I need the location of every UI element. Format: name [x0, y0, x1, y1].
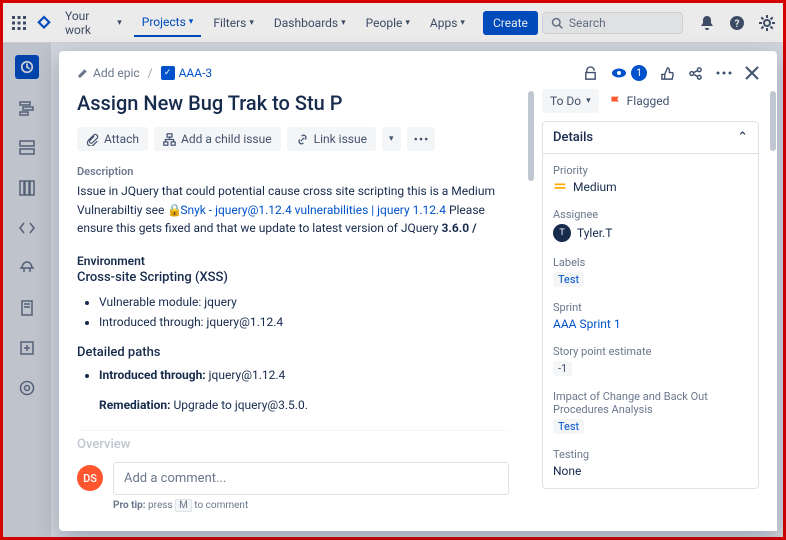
task-type-icon: ✓: [161, 66, 175, 80]
settings-icon[interactable]: [759, 15, 775, 31]
chevron-down-icon: ▾: [460, 18, 465, 28]
comment-row: DS Add a comment...: [77, 462, 509, 495]
chevron-down-icon: ▾: [249, 18, 254, 28]
breadcrumb: Add epic / ✓ AAA-3: [77, 66, 212, 80]
chevron-down-icon: ▾: [189, 17, 194, 27]
environment-list: Vulnerable module: jquery Introduced thr…: [77, 295, 509, 329]
comment-protip: Pro tip: press M to comment: [113, 500, 509, 511]
field-story-points[interactable]: Story point estimate -1: [553, 345, 748, 376]
help-icon[interactable]: ?: [729, 15, 745, 31]
lock-icon[interactable]: [583, 66, 598, 81]
jira-logo-icon[interactable]: [35, 14, 53, 32]
nav-your-work[interactable]: Your work▾: [57, 3, 130, 43]
description-label: Description: [77, 165, 509, 178]
scrollbar[interactable]: [769, 85, 777, 531]
chevron-up-icon: ⌃: [737, 130, 748, 145]
issue-title[interactable]: Assign New Bug Trak to Stu P: [77, 91, 509, 115]
issue-toolbar: Attach Add a child issue Link issue ▾: [77, 127, 509, 151]
chevron-down-icon: ▾: [405, 18, 410, 28]
nav-people[interactable]: People▾: [358, 10, 418, 36]
field-testing[interactable]: Testing None: [553, 448, 748, 478]
top-nav: Your work▾ Projects▾ Filters▾ Dashboards…: [3, 3, 783, 43]
list-item: Vulnerable module: jquery: [99, 295, 509, 309]
environment-title: Cross-site Scripting (XSS): [77, 270, 509, 285]
vulnerability-link[interactable]: Snyk - jquery@1.12.4 vulnerabilities | j…: [180, 203, 446, 217]
vote-icon[interactable]: [660, 66, 675, 81]
search-input[interactable]: Search: [542, 12, 683, 34]
issue-content: Assign New Bug Trak to Stu P Attach Add …: [59, 85, 527, 531]
more-actions-icon[interactable]: [716, 71, 732, 75]
more-toolbar-button[interactable]: [407, 127, 435, 151]
details-sidebar: To Do▾ Flagged Details ⌃ Priority Medium: [535, 85, 769, 531]
scrollbar[interactable]: [527, 85, 535, 531]
paths-list: Introduced through: jquery@1.12.4: [77, 368, 509, 382]
field-impact[interactable]: Impact of Change and Back Out Procedures…: [553, 390, 748, 434]
create-button[interactable]: Create: [483, 11, 538, 35]
app-switcher-icon[interactable]: [11, 15, 27, 31]
avatar: DS: [77, 465, 103, 491]
lock-small-icon: 🔒: [167, 201, 177, 220]
issue-dialog: Add epic / ✓ AAA-3 1 Assign New Bug Trak…: [59, 51, 777, 531]
overview-label: Overview: [77, 430, 509, 452]
description-body[interactable]: Issue in JQuery that could potential cau…: [77, 182, 509, 238]
nav-filters[interactable]: Filters▾: [205, 10, 262, 36]
add-child-button[interactable]: Add a child issue: [154, 127, 281, 151]
field-sprint[interactable]: Sprint AAA Sprint 1: [553, 301, 748, 331]
pencil-icon: [77, 67, 89, 79]
avatar: T: [553, 224, 571, 242]
environment-label: Environment: [77, 254, 509, 268]
chevron-down-icon: ▾: [586, 96, 591, 106]
details-toggle[interactable]: Details ⌃: [543, 122, 758, 154]
attach-button[interactable]: Attach: [77, 127, 148, 151]
priority-medium-icon: [553, 180, 567, 194]
nav-dashboards[interactable]: Dashboards▾: [266, 10, 354, 36]
watch-button[interactable]: 1: [611, 65, 647, 81]
details-panel: Details ⌃ Priority Medium Assignee TTyle…: [542, 121, 759, 489]
chevron-down-icon: ▾: [389, 134, 394, 144]
add-epic-link[interactable]: Add epic: [77, 66, 140, 80]
detailed-paths-label: Detailed paths: [77, 345, 509, 360]
notifications-icon[interactable]: [699, 15, 715, 31]
field-assignee[interactable]: Assignee TTyler.T: [553, 208, 748, 242]
link-issue-button[interactable]: Link issue: [287, 127, 376, 151]
chevron-down-icon: ▾: [117, 18, 122, 28]
nav-projects[interactable]: Projects▾: [134, 9, 202, 37]
close-icon[interactable]: [745, 66, 759, 80]
chevron-down-icon: ▾: [341, 18, 346, 28]
search-icon: [551, 17, 563, 29]
status-dropdown[interactable]: To Do▾: [542, 89, 599, 113]
list-item: Introduced through: jquery@1.12.4: [99, 315, 509, 329]
flagged-indicator[interactable]: Flagged: [609, 94, 670, 108]
field-priority[interactable]: Priority Medium: [553, 164, 748, 194]
nav-apps[interactable]: Apps▾: [422, 10, 473, 36]
list-item: Introduced through: jquery@1.12.4: [99, 368, 509, 382]
comment-input[interactable]: Add a comment...: [113, 462, 509, 495]
share-icon[interactable]: [688, 66, 703, 81]
svg-text:?: ?: [735, 19, 740, 30]
field-labels[interactable]: Labels Test: [553, 256, 748, 287]
link-dropdown-button[interactable]: ▾: [382, 127, 401, 151]
flag-icon: [609, 95, 622, 108]
issue-key-link[interactable]: ✓ AAA-3: [161, 66, 213, 80]
